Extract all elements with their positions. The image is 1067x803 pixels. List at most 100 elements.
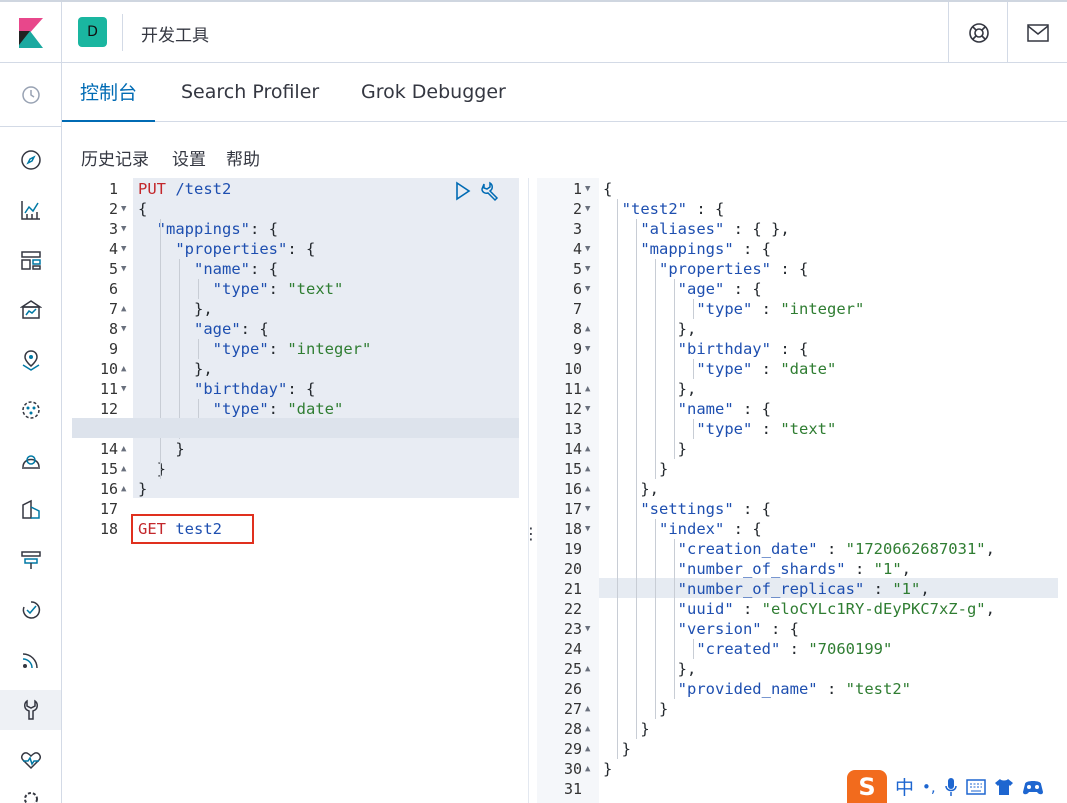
fold-toggle-icon[interactable]: ▼ [121, 379, 126, 399]
fold-toggle-icon[interactable]: ▲ [585, 739, 590, 759]
fold-toggle-icon[interactable]: ▼ [121, 319, 126, 339]
apm-icon [20, 551, 41, 569]
line-number: 17 [99, 500, 118, 518]
request-editor[interactable]: 1 PUT /test2 2 ▼{3 ▼ "mappings": {4 ▼ "proper… [72, 178, 519, 803]
fold-toggle-icon[interactable]: ▲ [585, 439, 590, 459]
kibana-logo[interactable] [0, 2, 62, 63]
indent-guide [673, 539, 675, 699]
nav-ml[interactable] [0, 390, 61, 430]
code-line: "type": "text" [212, 280, 344, 298]
ime-mode[interactable]: 中 [895, 773, 914, 800]
indent-guide [198, 399, 200, 419]
sogou-logo-icon[interactable]: S [847, 770, 887, 803]
space-avatar[interactable]: D [78, 17, 107, 47]
line-number: 2 [108, 200, 118, 218]
fold-toggle-icon[interactable]: ▼ [585, 399, 590, 419]
line-number: 4 [572, 240, 582, 258]
recently-viewed-button[interactable] [0, 63, 61, 127]
fold-toggle-icon[interactable]: ▲ [585, 719, 590, 739]
fold-toggle-icon[interactable]: ▼ [585, 279, 590, 299]
nav-monitoring[interactable] [0, 740, 61, 780]
microphone-icon[interactable] [944, 777, 958, 797]
fold-toggle-icon[interactable]: ▲ [585, 319, 590, 339]
nav-management[interactable] [0, 788, 61, 803]
history-link[interactable]: 历史记录 [81, 145, 149, 170]
line-number: 11 [563, 380, 582, 398]
fold-toggle-icon[interactable]: ▼ [585, 619, 590, 639]
line-number: 12 [563, 400, 582, 418]
line-number: 18 [99, 520, 118, 538]
settings-link[interactable]: 设置 [172, 145, 206, 170]
help-menu-button[interactable] [948, 2, 1008, 63]
fold-toggle-icon[interactable]: ▲ [121, 459, 126, 479]
tab-search-profiler[interactable]: Search Profiler [181, 63, 319, 121]
fold-toggle-icon[interactable]: ▲ [121, 359, 126, 379]
fold-toggle-icon[interactable]: ▼ [585, 339, 590, 359]
help-link[interactable]: 帮助 [226, 145, 260, 170]
code-line: }, [194, 360, 213, 378]
fold-toggle-icon[interactable]: ▼ [121, 239, 126, 259]
tab-console[interactable]: 控制台 [62, 63, 156, 122]
ime-punctuation[interactable]: •, [922, 778, 936, 796]
nav-visualize[interactable] [0, 190, 61, 230]
code-line: "properties" : { [659, 260, 809, 278]
nav-dashboard[interactable] [0, 240, 61, 280]
line-number: 6 [572, 280, 582, 298]
nav-infrastructure[interactable] [0, 440, 61, 480]
keyboard-icon[interactable] [965, 778, 986, 796]
code-line: "creation_date" : "1720662687031", [677, 540, 995, 558]
fold-toggle-icon[interactable]: ▼ [585, 199, 590, 219]
fold-toggle-icon[interactable]: ▲ [121, 299, 126, 319]
fold-toggle-icon[interactable]: ▲ [585, 759, 590, 779]
nav-canvas[interactable] [0, 290, 61, 330]
fold-toggle-icon[interactable]: ▲ [121, 479, 126, 499]
code-line: "test2" : { [621, 200, 725, 218]
toolbox-icon[interactable] [1022, 778, 1044, 796]
code-line: "provided_name" : "test2" [677, 680, 911, 698]
nav-dev-tools[interactable] [0, 690, 61, 730]
line-number: 18 [563, 520, 582, 538]
line-number: 28 [563, 720, 582, 738]
pane-resizer[interactable]: ⋮ [523, 522, 539, 546]
fold-toggle-icon[interactable]: ▲ [121, 439, 126, 459]
line-number: 20 [563, 560, 582, 578]
wrench-settings-icon[interactable] [479, 181, 501, 203]
line-number: 16 [563, 480, 582, 498]
code-line: } [175, 440, 185, 458]
skin-shirt-icon[interactable] [994, 778, 1014, 796]
fold-toggle-icon[interactable]: ▲ [585, 479, 590, 499]
nav-discover[interactable] [0, 140, 61, 180]
siem-icon [22, 653, 38, 669]
line-number: 1 [108, 180, 118, 198]
indent-guide [654, 259, 656, 479]
nav-logs[interactable] [0, 490, 61, 530]
fold-toggle-icon[interactable]: ▼ [121, 219, 126, 239]
nav-siem[interactable] [0, 640, 61, 680]
fold-toggle-icon[interactable]: ▲ [585, 659, 590, 679]
nav-apm[interactable] [0, 540, 61, 580]
line-number: 3 [572, 220, 582, 238]
nav-maps[interactable] [0, 340, 61, 380]
fold-toggle-icon[interactable]: ▼ [585, 519, 590, 539]
code-line: "name" : { [677, 400, 772, 418]
tab-grok-debugger[interactable]: Grok Debugger [361, 63, 506, 121]
nav-uptime[interactable] [0, 590, 61, 630]
line-number: 15 [99, 460, 118, 478]
response-viewer[interactable]: 1 ▼{2 ▼ "test2" : {3 "aliases" : { }, 4 ▼ "m… [537, 178, 1058, 803]
newsfeed-button[interactable] [1007, 2, 1067, 63]
code-line: }, [194, 300, 213, 318]
line-number: 9 [572, 340, 582, 358]
code-line: "mappings" : { [640, 240, 772, 258]
line-number: 29 [563, 740, 582, 758]
fold-toggle-icon[interactable]: ▼ [585, 179, 590, 199]
fold-toggle-icon[interactable]: ▼ [585, 239, 590, 259]
fold-toggle-icon[interactable]: ▼ [121, 199, 126, 219]
machine-learning-icon [21, 401, 40, 419]
send-request-icon[interactable] [455, 181, 471, 201]
fold-toggle-icon[interactable]: ▲ [585, 459, 590, 479]
fold-toggle-icon[interactable]: ▼ [585, 259, 590, 279]
fold-toggle-icon[interactable]: ▲ [585, 699, 590, 719]
fold-toggle-icon[interactable]: ▼ [121, 259, 126, 279]
fold-toggle-icon[interactable]: ▼ [585, 499, 590, 519]
fold-toggle-icon[interactable]: ▲ [585, 379, 590, 399]
